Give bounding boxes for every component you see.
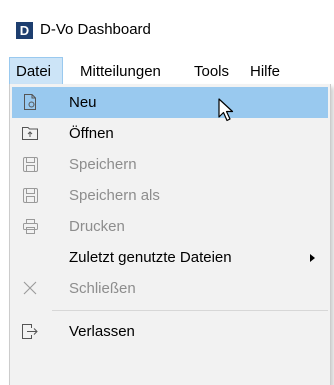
menu-item-schliessen[interactable]: Schließen	[12, 273, 328, 304]
menu-item-label: Schließen	[69, 280, 136, 297]
title-bar: D D-Vo Dashboard	[0, 0, 334, 57]
menu-item-label: Verlassen	[69, 323, 135, 340]
menu-item-neu[interactable]: Neu	[12, 87, 328, 118]
menu-item-label: Speichern	[69, 156, 137, 173]
menu-item-oeffnen[interactable]: Öffnen	[12, 118, 328, 149]
open-folder-icon	[22, 125, 38, 141]
new-document-icon	[22, 94, 38, 110]
menu-item-label: Zuletzt genutzte Dateien	[69, 249, 232, 266]
save-as-icon	[22, 187, 38, 203]
menu-item-label: Neu	[69, 94, 97, 111]
app-logo: D	[16, 22, 33, 39]
menu-item-verlassen[interactable]: Verlassen	[12, 316, 328, 347]
menu-item-speichern[interactable]: Speichern	[12, 149, 328, 180]
menu-bar: Datei Mitteilungen Tools Hilfe	[0, 57, 334, 85]
menu-tools[interactable]: Tools	[188, 57, 235, 85]
menu-item-drucken[interactable]: Drucken	[12, 211, 328, 242]
save-icon	[22, 156, 38, 172]
menu-datei[interactable]: Datei	[9, 57, 63, 85]
menu-item-label: Drucken	[69, 218, 125, 235]
mouse-cursor-icon	[218, 98, 234, 122]
menu-hilfe[interactable]: Hilfe	[244, 57, 286, 85]
printer-icon	[22, 218, 38, 234]
menu-item-label: Öffnen	[69, 125, 114, 142]
window-title: D-Vo Dashboard	[40, 21, 151, 38]
menu-separator	[52, 310, 328, 311]
menu-item-zuletzt-genutzte-dateien[interactable]: Zuletzt genutzte Dateien	[12, 242, 328, 273]
menu-item-label: Speichern als	[69, 187, 160, 204]
file-menu-dropdown: Neu Öffnen Speichern Speichern als Druck…	[9, 84, 331, 385]
exit-icon	[22, 323, 38, 339]
submenu-arrow-icon	[310, 254, 315, 262]
menu-mitteilungen[interactable]: Mitteilungen	[74, 57, 167, 85]
menu-item-speichern-als[interactable]: Speichern als	[12, 180, 328, 211]
close-icon	[22, 280, 38, 296]
